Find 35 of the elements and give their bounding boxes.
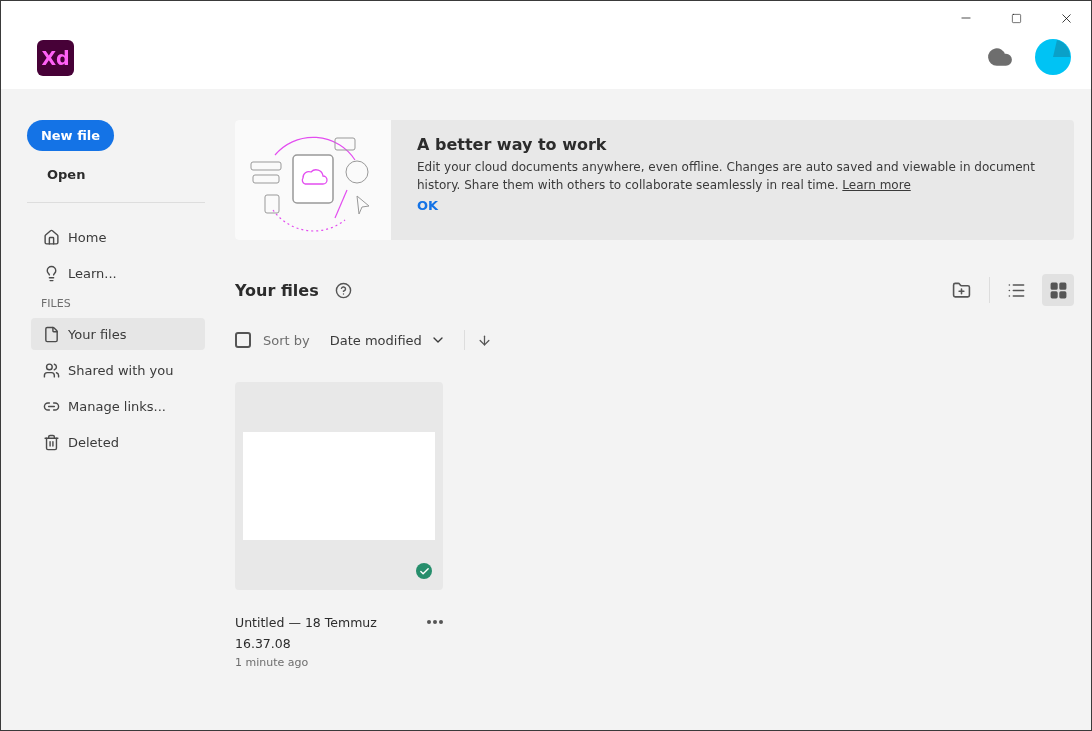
sidebar-item[interactable]: Learn... [31, 257, 205, 289]
more-icon[interactable] [427, 620, 443, 624]
people-icon [43, 361, 60, 379]
section-title: Your files [235, 280, 319, 300]
learn-more-link[interactable]: Learn more [842, 178, 911, 192]
sidebar-item[interactable]: Manage links... [31, 390, 205, 422]
sort-label: Sort by [263, 332, 310, 348]
avatar[interactable] [1035, 39, 1071, 75]
open-button[interactable]: Open [41, 165, 92, 184]
folder-plus-icon [951, 280, 971, 300]
section-heading: FILES [40, 297, 72, 310]
grid-view-button[interactable] [1042, 274, 1074, 306]
modified-time: 1 minute ago [235, 656, 310, 669]
app-logo: Xd [37, 40, 74, 76]
document-icon [43, 325, 60, 343]
sidebar-item[interactable]: Home [31, 221, 205, 253]
maximize-icon [1010, 12, 1022, 24]
sidebar-item[interactable]: Your files [31, 318, 205, 350]
arrow-down-icon [476, 332, 492, 348]
select-all-checkbox[interactable] [235, 332, 251, 348]
help-icon[interactable] [334, 281, 352, 299]
file-name: Untitled — 18 Temmuz 16.37.08 [235, 614, 378, 653]
ok-button[interactable]: OK [417, 198, 439, 213]
ellipsis-icon [427, 620, 443, 624]
sidebar-item[interactable]: Shared with you [31, 354, 205, 386]
trash-icon [43, 433, 60, 451]
sort-direction-button[interactable] [476, 332, 492, 348]
home-icon [43, 228, 60, 246]
sidebar-item[interactable]: Deleted [31, 426, 205, 458]
sort-dropdown[interactable]: Date modified [329, 332, 446, 348]
banner-text: Edit your cloud documents anywhere, even offline. Changes are auto saved and viewable in document history. Share them with others to collaborate seamlessly in real time. Learn more [417, 159, 1036, 194]
file-thumbnail[interactable] [235, 382, 443, 590]
grid-icon [1048, 280, 1068, 300]
new-file-button[interactable]: New file [27, 120, 114, 151]
banner-title: A better way to work [417, 135, 608, 154]
